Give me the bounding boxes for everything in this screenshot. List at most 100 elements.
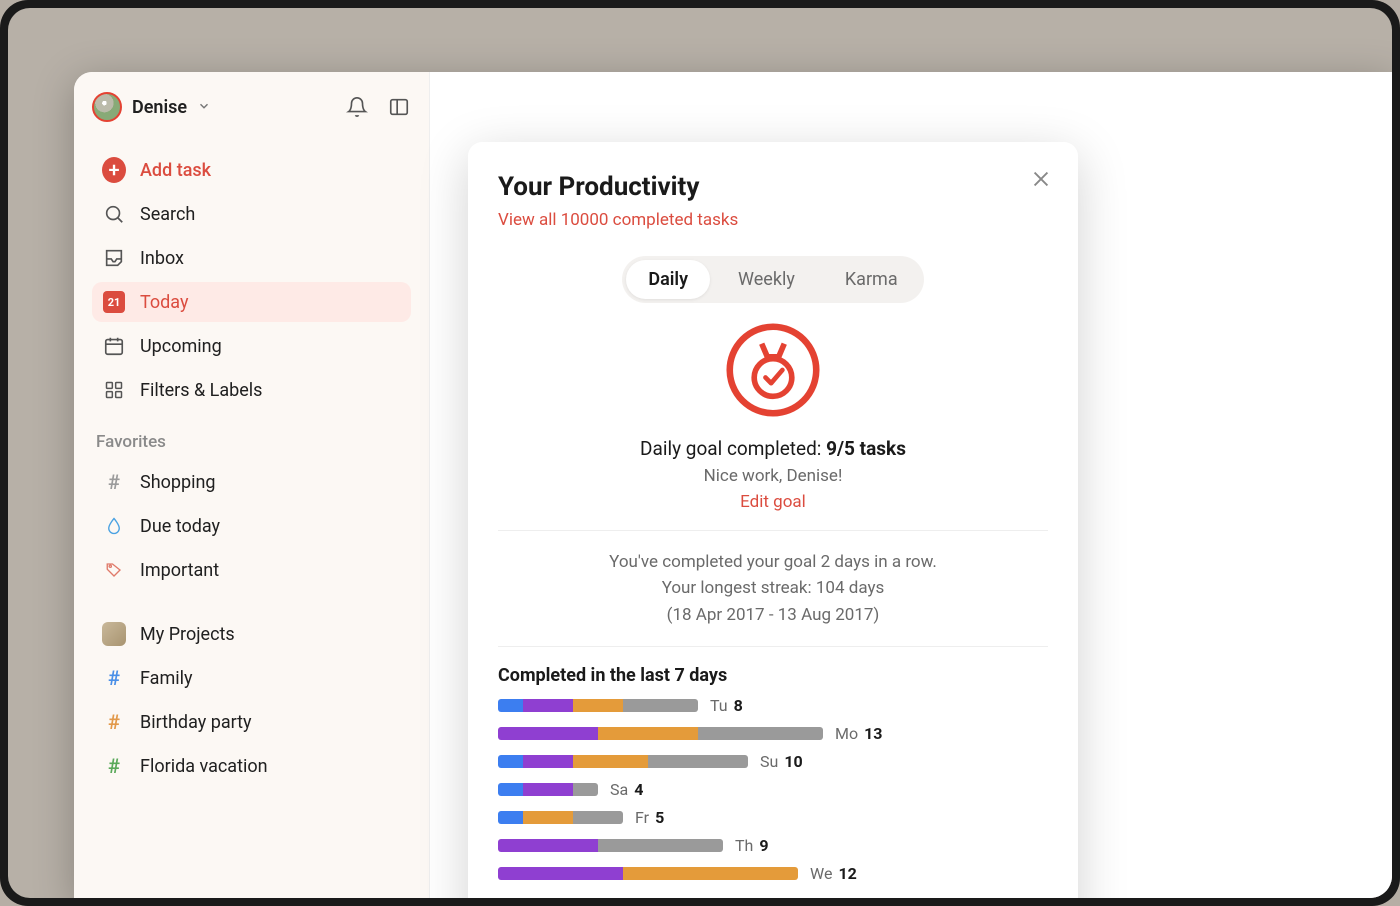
bar-segment	[498, 727, 598, 740]
bar-segment	[498, 783, 523, 796]
bar-day: Su	[760, 752, 778, 771]
divider	[498, 646, 1048, 647]
project-florida[interactable]: # Florida vacation	[92, 746, 411, 786]
tab-weekly[interactable]: Weekly	[716, 260, 817, 299]
bar-segment	[598, 727, 698, 740]
modal-title: Your Productivity	[498, 172, 1048, 202]
add-task-label: Add task	[140, 160, 211, 181]
project-label: Family	[140, 668, 193, 689]
notifications-icon[interactable]	[345, 95, 369, 119]
goal-status: Daily goal completed: 9/5 tasks	[498, 437, 1048, 460]
close-icon[interactable]	[1030, 168, 1052, 194]
bar-segment	[573, 699, 623, 712]
filters-label: Filters & Labels	[140, 380, 262, 401]
sidebar-item-inbox[interactable]: Inbox	[92, 238, 411, 278]
bar-segment	[523, 783, 573, 796]
bar-day: Mo	[835, 724, 858, 743]
bar-segment	[498, 699, 523, 712]
bar-segment	[498, 811, 523, 824]
hash-icon: #	[102, 666, 126, 690]
tab-daily[interactable]: Daily	[626, 260, 710, 299]
bar-row: Th9	[498, 836, 1048, 855]
productivity-modal: Your Productivity View all 10000 complet…	[468, 142, 1078, 898]
streak-info: You've completed your goal 2 days in a r…	[498, 549, 1048, 628]
completed-bar-chart: Tu 8 Mo13 Su 10 Sa 4 Fr5 Th9 We12	[498, 696, 1048, 883]
congrats-text: Nice work, Denise!	[498, 466, 1048, 486]
favorite-shopping[interactable]: # Shopping	[92, 462, 411, 502]
favorite-important[interactable]: Important	[92, 550, 411, 590]
goal-prefix: Daily goal completed:	[640, 437, 826, 460]
calendar-icon	[102, 334, 126, 358]
chevron-down-icon	[197, 98, 211, 117]
bar-segment	[573, 755, 648, 768]
favorite-label: Shopping	[140, 472, 216, 493]
app-window: Denise + Add task Search	[74, 72, 1392, 898]
bar-value: 4	[634, 780, 643, 799]
user-name: Denise	[132, 97, 187, 118]
bar-track	[498, 727, 823, 740]
bar-label: We12	[810, 864, 857, 883]
bar-segment	[523, 699, 573, 712]
bar-value: 8	[734, 696, 743, 715]
sidebar-item-filters[interactable]: Filters & Labels	[92, 370, 411, 410]
droplet-icon	[102, 514, 126, 538]
bar-value: 5	[655, 808, 664, 827]
streak-line-3: (18 Apr 2017 - 13 Aug 2017)	[498, 602, 1048, 628]
tab-karma[interactable]: Karma	[823, 260, 920, 299]
hash-icon: #	[102, 710, 126, 734]
projects-folder-icon	[102, 622, 126, 646]
bar-segment	[648, 755, 748, 768]
bar-day: Sa	[610, 780, 628, 799]
bar-segment	[698, 727, 823, 740]
bar-track	[498, 839, 723, 852]
bar-value: 12	[838, 864, 856, 883]
today-icon: 21	[102, 290, 126, 314]
bar-track	[498, 783, 598, 796]
bar-segment	[573, 811, 623, 824]
search-label: Search	[140, 204, 195, 225]
favorite-due-today[interactable]: Due today	[92, 506, 411, 546]
bar-day: Tu	[710, 696, 728, 715]
bar-row: We12	[498, 864, 1048, 883]
today-label: Today	[140, 292, 188, 313]
bar-segment	[498, 839, 598, 852]
grid-icon	[102, 378, 126, 402]
project-family[interactable]: # Family	[92, 658, 411, 698]
favorites-heading: Favorites	[92, 414, 411, 458]
bar-segment	[523, 755, 573, 768]
hash-icon: #	[102, 754, 126, 778]
add-task-button[interactable]: + Add task	[92, 150, 411, 190]
sidebar-item-search[interactable]: Search	[92, 194, 411, 234]
bar-value: 10	[784, 752, 802, 771]
favorite-label: Important	[140, 560, 219, 581]
bar-segment	[498, 867, 623, 880]
view-all-link[interactable]: View all 10000 completed tasks	[498, 210, 1048, 230]
inbox-icon	[102, 246, 126, 270]
bar-track	[498, 867, 798, 880]
bar-segment	[623, 699, 698, 712]
bar-row: Mo13	[498, 724, 1048, 743]
streak-line-1: You've completed your goal 2 days in a r…	[498, 549, 1048, 575]
bar-track	[498, 699, 698, 712]
search-icon	[102, 202, 126, 226]
sidebar: Denise + Add task Search	[74, 72, 430, 898]
my-projects-button[interactable]: My Projects	[92, 614, 411, 654]
bar-row: Tu 8	[498, 696, 1048, 715]
project-birthday[interactable]: # Birthday party	[92, 702, 411, 742]
bar-day: Th	[735, 836, 753, 855]
tab-group: Daily Weekly Karma	[622, 256, 923, 303]
account-switcher[interactable]: Denise	[92, 92, 211, 122]
bar-segment	[523, 811, 573, 824]
bar-segment	[498, 755, 523, 768]
bar-label: Fr5	[635, 808, 664, 827]
plus-circle-icon: +	[102, 158, 126, 182]
divider	[498, 530, 1048, 531]
sidebar-item-upcoming[interactable]: Upcoming	[92, 326, 411, 366]
sidebar-toggle-icon[interactable]	[387, 95, 411, 119]
bar-label: Sa 4	[610, 780, 643, 799]
project-label: Birthday party	[140, 712, 252, 733]
inbox-label: Inbox	[140, 248, 184, 269]
tag-icon	[102, 558, 126, 582]
sidebar-item-today[interactable]: 21 Today	[92, 282, 411, 322]
edit-goal-link[interactable]: Edit goal	[498, 492, 1048, 512]
